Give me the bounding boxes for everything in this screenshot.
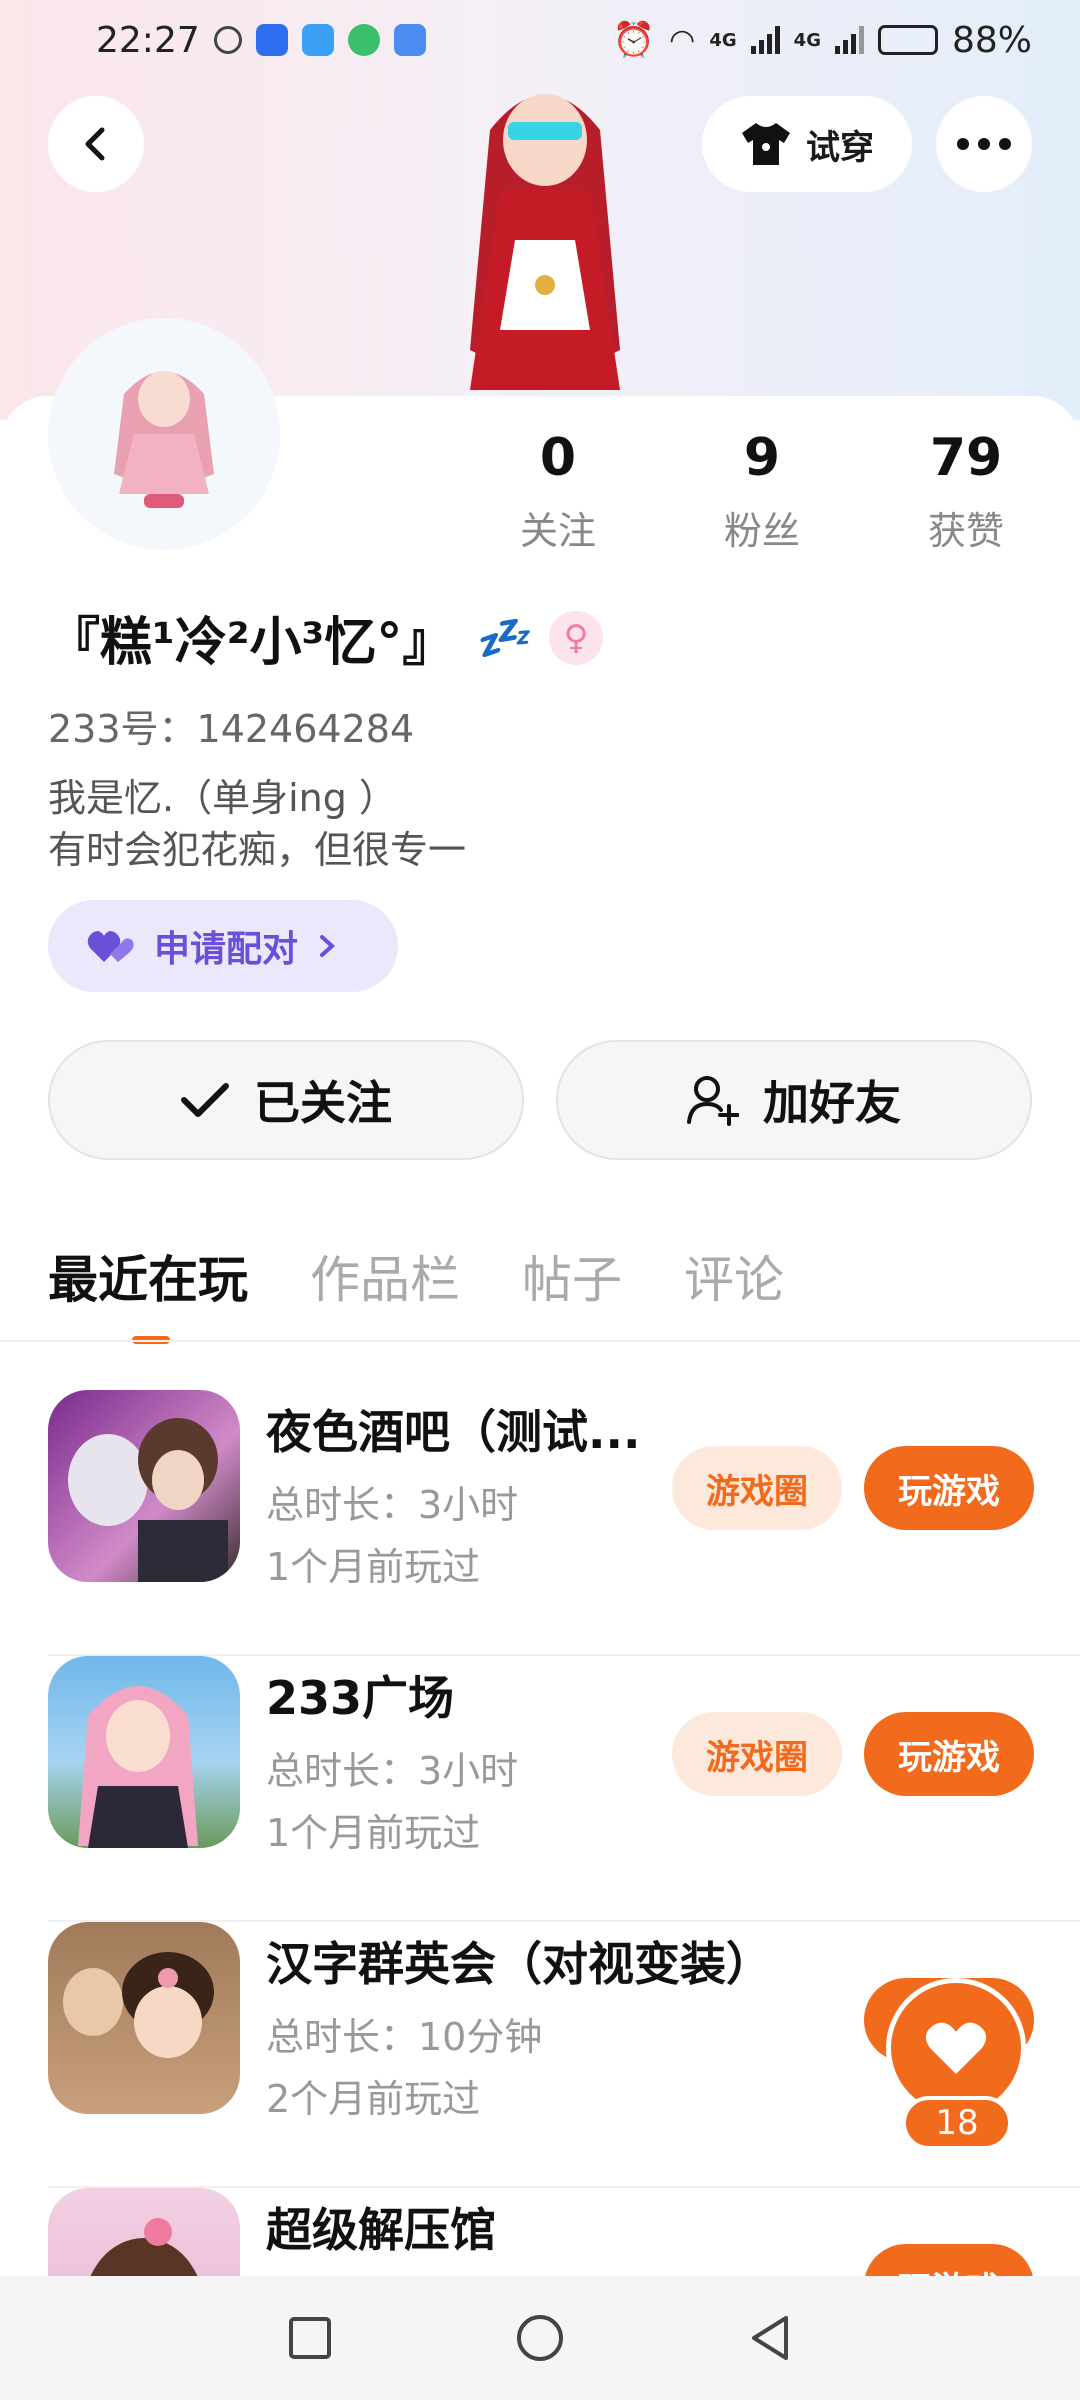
stat-likes[interactable]: 79 获赞 xyxy=(886,428,1046,555)
game-icon-hanzi xyxy=(48,1922,240,2114)
nickname-row: 『糕¹冷²小³忆°』 💤 ♀ xyxy=(48,600,604,675)
play-game-button[interactable]: 玩游戏 xyxy=(864,2244,1034,2276)
bio-line-1: 我是忆.（单身ing ） xyxy=(48,776,397,820)
followed-label: 已关注 xyxy=(254,1076,392,1130)
more-button[interactable] xyxy=(936,96,1032,192)
tab-recently-played-label: 最近在玩 xyxy=(48,1251,248,1309)
game-last-played: 2个月前玩过 xyxy=(266,2077,481,2121)
game-row[interactable]: 超级解压馆 玩游戏 xyxy=(48,2188,1080,2276)
notification-icon xyxy=(213,26,242,54)
game-title: 超级解压馆 xyxy=(266,2203,496,2257)
signal-icon xyxy=(750,26,780,54)
profile-tabs: 最近在玩 作品栏 帖子 评论 xyxy=(48,1240,784,1344)
tabs-divider xyxy=(0,1340,1080,1342)
game-duration: 总时长：10分钟 xyxy=(266,2015,543,2059)
play-game-button[interactable]: 玩游戏 xyxy=(864,1446,1034,1530)
recent-apps-icon[interactable] xyxy=(286,2314,334,2362)
character-avatar-figure xyxy=(430,70,660,400)
game-icon-233-plaza xyxy=(48,1656,240,1848)
stat-following-label: 关注 xyxy=(519,509,596,553)
add-user-icon xyxy=(687,1076,739,1126)
try-on-button[interactable]: 试穿 xyxy=(702,96,912,192)
network-label-a: 4G xyxy=(709,29,737,51)
tab-posts-label: 帖子 xyxy=(522,1251,622,1309)
game-row[interactable]: 夜色酒吧（测试... 总时长：3小时 1个月前玩过 游戏圈 玩游戏 xyxy=(48,1390,1080,1656)
wifi-icon: ◠ xyxy=(669,22,696,58)
system-navigation-bar xyxy=(0,2276,1080,2400)
tab-comments-label: 评论 xyxy=(684,1251,784,1309)
stat-likes-label: 获赞 xyxy=(927,509,1004,553)
stat-following[interactable]: 0 关注 xyxy=(478,428,638,555)
game-icon-night-bar xyxy=(48,1390,240,1582)
chevron-right-icon xyxy=(320,935,336,957)
status-time: 22:27 xyxy=(96,19,200,61)
battery-percent: 88% xyxy=(951,19,1032,61)
nickname: 『糕¹冷²小³忆°』 xyxy=(48,613,455,673)
tab-works[interactable]: 作品栏 xyxy=(310,1240,460,1312)
try-on-label: 试穿 xyxy=(806,127,874,168)
followed-button[interactable]: 已关注 xyxy=(48,1040,524,1160)
game-title: 汉字群英会（对视变装） xyxy=(266,1937,772,1991)
game-icon-stress-relief xyxy=(48,2188,240,2276)
apply-pairing-label: 申请配对 xyxy=(154,929,299,970)
avatar-image xyxy=(114,371,214,508)
apply-pairing-button[interactable]: 申请配对 xyxy=(48,900,398,992)
user-id: 233号：142464284 xyxy=(48,707,415,751)
tab-works-label: 作品栏 xyxy=(310,1251,460,1309)
network-label-b: 4G xyxy=(793,29,821,51)
stat-fans[interactable]: 9 粉丝 xyxy=(682,428,842,555)
sleep-status-icon: 💤 xyxy=(474,612,530,664)
game-last-played: 1个月前玩过 xyxy=(266,1545,481,1589)
game-circle-button[interactable]: 游戏圈 xyxy=(672,1712,842,1796)
app-icon-green xyxy=(347,24,380,56)
battery-icon xyxy=(877,25,938,55)
status-bar: 22:27 ⏰ ◠ 4G 4G 88% xyxy=(0,0,1080,80)
add-friend-button[interactable]: 加好友 xyxy=(556,1040,1032,1160)
game-row[interactable]: 233广场 总时长：3小时 1个月前玩过 游戏圈 玩游戏 xyxy=(48,1656,1080,1922)
game-duration: 总时长：3小时 xyxy=(266,1749,519,1793)
like-count-badge: 18 xyxy=(902,2096,1012,2150)
more-dots-icon xyxy=(957,138,1011,150)
tab-recently-played[interactable]: 最近在玩 xyxy=(48,1240,248,1344)
double-heart-icon xyxy=(87,931,134,962)
back-triangle-icon[interactable] xyxy=(746,2312,794,2364)
game-title: 233广场 xyxy=(266,1671,455,1725)
game-last-played: 1个月前玩过 xyxy=(266,1811,481,1855)
tab-posts[interactable]: 帖子 xyxy=(522,1240,622,1312)
game-circle-button[interactable]: 游戏圈 xyxy=(672,1446,842,1530)
back-button[interactable] xyxy=(48,96,144,192)
avatar[interactable] xyxy=(48,318,280,550)
home-icon[interactable] xyxy=(514,2312,566,2364)
alarm-icon: ⏰ xyxy=(612,20,656,60)
stat-fans-value: 9 xyxy=(743,428,781,488)
tab-comments[interactable]: 评论 xyxy=(684,1240,784,1312)
tshirt-icon xyxy=(742,123,790,165)
stat-fans-label: 粉丝 xyxy=(723,509,800,553)
app-icon-blue xyxy=(255,24,288,56)
stat-following-value: 0 xyxy=(539,428,577,488)
female-gender-icon: ♀ xyxy=(549,610,604,665)
check-icon xyxy=(181,1083,229,1117)
add-friend-label: 加好友 xyxy=(763,1076,901,1130)
app-icon-weather xyxy=(301,24,334,56)
cloud-icon xyxy=(393,24,426,56)
signal-icon-2 xyxy=(834,26,864,54)
game-duration: 总时长：3小时 xyxy=(266,1483,519,1527)
stat-likes-value: 79 xyxy=(929,428,1003,488)
bio-line-2: 有时会犯花痴，但很专一 xyxy=(48,828,467,872)
heart-icon xyxy=(925,2022,987,2074)
back-arrow-icon xyxy=(85,127,105,161)
play-game-button[interactable]: 玩游戏 xyxy=(864,1712,1034,1796)
game-title: 夜色酒吧（测试... xyxy=(266,1405,641,1459)
bio: 我是忆.（单身ing ） 有时会犯花痴，但很专一 xyxy=(48,772,466,876)
